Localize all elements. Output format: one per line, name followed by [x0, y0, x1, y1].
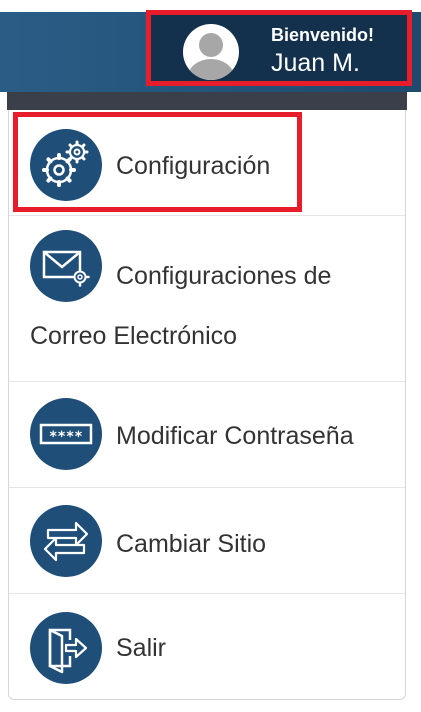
- svg-text:****: ****: [49, 429, 83, 445]
- user-menu-toggle[interactable]: Bienvenido! Juan M.: [146, 10, 412, 86]
- welcome-text: Bienvenido!: [271, 25, 375, 45]
- menu-item-label-line2: Correo Electrónico: [30, 322, 238, 350]
- menu-item-salir[interactable]: Salir: [9, 594, 405, 698]
- avatar-icon: [183, 24, 239, 80]
- username: Juan M.: [271, 49, 360, 77]
- menu-item-label-line1: Configuraciones de: [116, 262, 332, 290]
- menu-item-label: Modificar Contraseña: [116, 422, 354, 450]
- exit-door-icon: [30, 612, 102, 684]
- email-settings-icon: [30, 230, 102, 302]
- menu-item-cambiar-sitio[interactable]: Cambiar Sitio: [9, 488, 405, 594]
- menu-item-modificar-contrasena[interactable]: **** Modificar Contraseña: [9, 382, 405, 488]
- switch-arrows-icon: [30, 505, 102, 577]
- highlight-box: [13, 112, 302, 212]
- menu-top-strip: [7, 92, 407, 110]
- menu-item-label: Salir: [116, 634, 167, 662]
- header: Bienvenido! Juan M.: [0, 0, 421, 92]
- password-icon: ****: [30, 398, 102, 470]
- menu-item-email-settings[interactable]: Configuraciones de Correo Electrónico: [9, 216, 405, 382]
- menu-item-label: Cambiar Sitio: [116, 530, 267, 558]
